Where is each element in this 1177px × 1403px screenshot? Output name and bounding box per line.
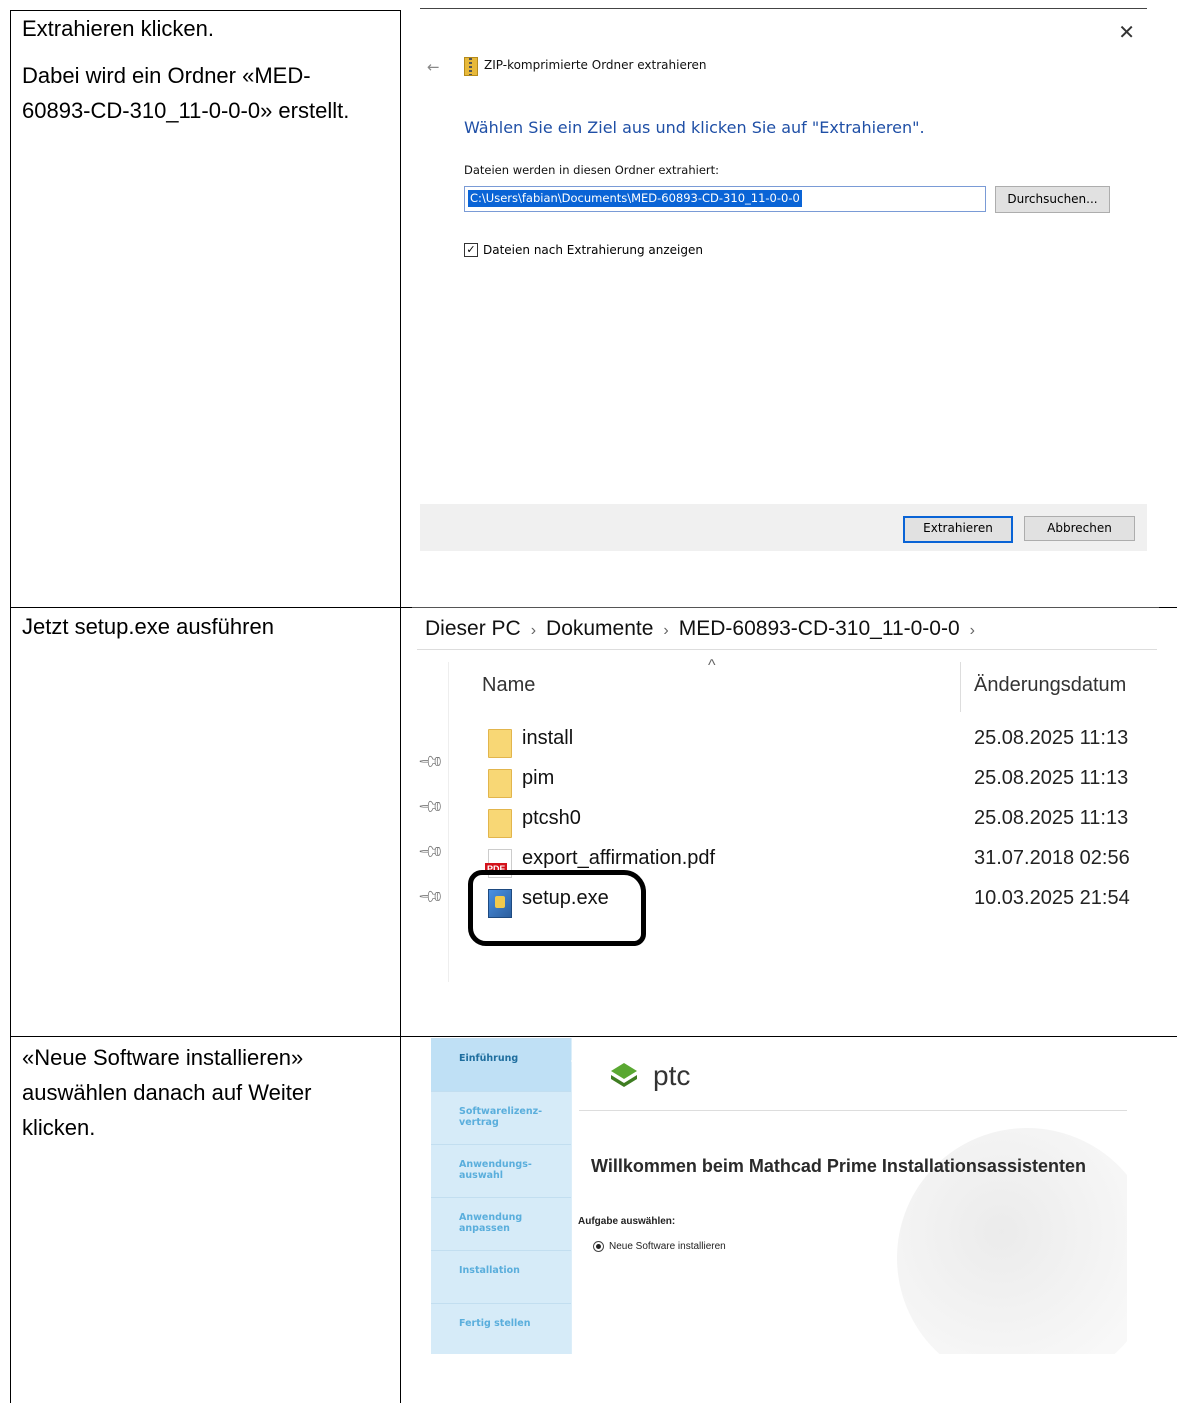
- breadcrumb-divider: [417, 649, 1157, 650]
- breadcrumb-item[interactable]: MED-60893-CD-310_11-0-0-0: [679, 617, 960, 640]
- instruction-text: Dabei wird ein Ordner «MED-60893-CD-310_…: [22, 63, 350, 123]
- instruction-text: Jetzt setup.exe ausführen: [22, 614, 274, 639]
- zip-folder-icon: [464, 57, 478, 76]
- installer-steps-sidebar: Einführung Softwarelizenz- vertrag Anwen…: [431, 1038, 577, 1354]
- welcome-heading: Willkommen beim Mathcad Prime Installati…: [591, 1156, 1086, 1176]
- folder-icon: [488, 769, 512, 798]
- step-installation[interactable]: Installation: [431, 1250, 571, 1303]
- column-header-date[interactable]: Änderungsdatum: [974, 674, 1126, 697]
- file-date: 31.07.2018 02:56: [974, 847, 1130, 869]
- chevron-right-icon: ›: [530, 622, 537, 639]
- folder-icon: [488, 729, 512, 758]
- back-arrow-icon[interactable]: ←: [427, 58, 440, 76]
- ptc-logo-icon: [611, 1063, 637, 1087]
- file-explorer: Dieser PC › Dokumente › MED-60893-CD-310_11-…: [412, 607, 1159, 987]
- table-row-divider-2: [10, 1036, 1177, 1037]
- explorer-top-border: [412, 607, 1159, 608]
- file-name: install: [522, 727, 574, 749]
- step-app-selection[interactable]: Anwendungs- auswahl: [431, 1144, 571, 1197]
- show-files-label: Dateien nach Extrahierung anzeigen: [483, 243, 703, 257]
- row-2-instruction: Jetzt setup.exe ausführen: [22, 609, 382, 644]
- step-customize[interactable]: Anwendung anpassen: [431, 1197, 571, 1250]
- file-row[interactable]: install 25.08.2025 11:13: [488, 727, 1148, 761]
- ptc-installer: Einführung Softwarelizenz- vertrag Anwen…: [431, 1038, 1127, 1354]
- table-column-divider: [400, 10, 401, 1403]
- step-license[interactable]: Softwarelizenz- vertrag: [431, 1091, 571, 1144]
- dialog-top-border: [420, 8, 1147, 9]
- pin-icon[interactable]: 📌︎: [416, 792, 446, 821]
- breadcrumb-item[interactable]: Dokumente: [546, 617, 653, 640]
- nav-pane-divider: [448, 662, 449, 982]
- new-install-label[interactable]: Neue Software installieren: [609, 1241, 726, 1252]
- row-1-instruction: Extrahieren klicken. Dabei wird ein Ordn…: [22, 11, 382, 128]
- column-header-name[interactable]: Name: [482, 674, 535, 697]
- row-3-instruction: «Neue Software installieren» auswählen d…: [22, 1040, 382, 1145]
- breadcrumb-item[interactable]: Dieser PC: [425, 617, 521, 640]
- instruction-text: «Neue Software installieren» auswählen d…: [22, 1045, 312, 1140]
- task-label: Aufgabe auswählen:: [578, 1216, 676, 1227]
- extract-button[interactable]: Extrahieren: [903, 516, 1013, 543]
- file-row[interactable]: ptcsh0 25.08.2025 11:13: [488, 807, 1148, 841]
- file-name: ptcsh0: [522, 807, 581, 829]
- file-name: pim: [522, 767, 555, 789]
- highlight-marker: [468, 870, 646, 946]
- dialog-heading: Wählen Sie ein Ziel aus und klicken Sie …: [464, 118, 925, 137]
- instruction-text: Extrahieren klicken.: [22, 16, 214, 41]
- pin-icon[interactable]: 📌︎: [416, 747, 446, 776]
- file-date: 25.08.2025 11:13: [974, 767, 1129, 789]
- step-introduction[interactable]: Einführung: [431, 1038, 577, 1091]
- header-divider: [579, 1110, 1127, 1111]
- pin-icon[interactable]: 📌︎: [416, 837, 446, 866]
- destination-path-input[interactable]: C:\Users\fabian\Documents\MED-60893-CD-3…: [464, 186, 986, 212]
- breadcrumb: Dieser PC › Dokumente › MED-60893-CD-310_11-…: [425, 617, 985, 641]
- destination-label: Dateien werden in diesen Ordner extrahie…: [464, 163, 720, 177]
- chevron-right-icon: ›: [663, 622, 669, 639]
- file-row[interactable]: pim 25.08.2025 11:13: [488, 767, 1148, 801]
- table-border-left: [10, 10, 11, 1403]
- zip-extract-dialog: ✕ ← ZIP-komprimierte Ordner extrahieren …: [420, 8, 1147, 551]
- sort-ascending-icon: ^: [708, 657, 716, 674]
- file-date: 25.08.2025 11:13: [974, 807, 1129, 829]
- show-files-checkbox[interactable]: ✓: [464, 243, 478, 257]
- dialog-title: ZIP-komprimierte Ordner extrahieren: [484, 58, 707, 72]
- new-install-radio[interactable]: [593, 1241, 604, 1252]
- cancel-button[interactable]: Abbrechen: [1024, 516, 1135, 541]
- chevron-right-icon: ›: [969, 622, 975, 639]
- file-date: 25.08.2025 11:13: [974, 727, 1129, 749]
- pin-icon[interactable]: 📌︎: [416, 882, 446, 911]
- column-separator[interactable]: [960, 662, 961, 712]
- close-icon[interactable]: ✕: [1118, 20, 1135, 44]
- file-name: export_affirmation.pdf: [522, 847, 716, 869]
- ptc-logo-text: ptc: [653, 1060, 691, 1091]
- folder-icon: [488, 809, 512, 838]
- dialog-footer: Extrahieren Abbrechen: [420, 504, 1147, 551]
- destination-path-value: C:\Users\fabian\Documents\MED-60893-CD-3…: [468, 190, 802, 207]
- file-date: 10.03.2025 21:54: [974, 887, 1130, 909]
- step-finish[interactable]: Fertig stellen: [431, 1303, 571, 1354]
- browse-button[interactable]: Durchsuchen...: [995, 186, 1110, 213]
